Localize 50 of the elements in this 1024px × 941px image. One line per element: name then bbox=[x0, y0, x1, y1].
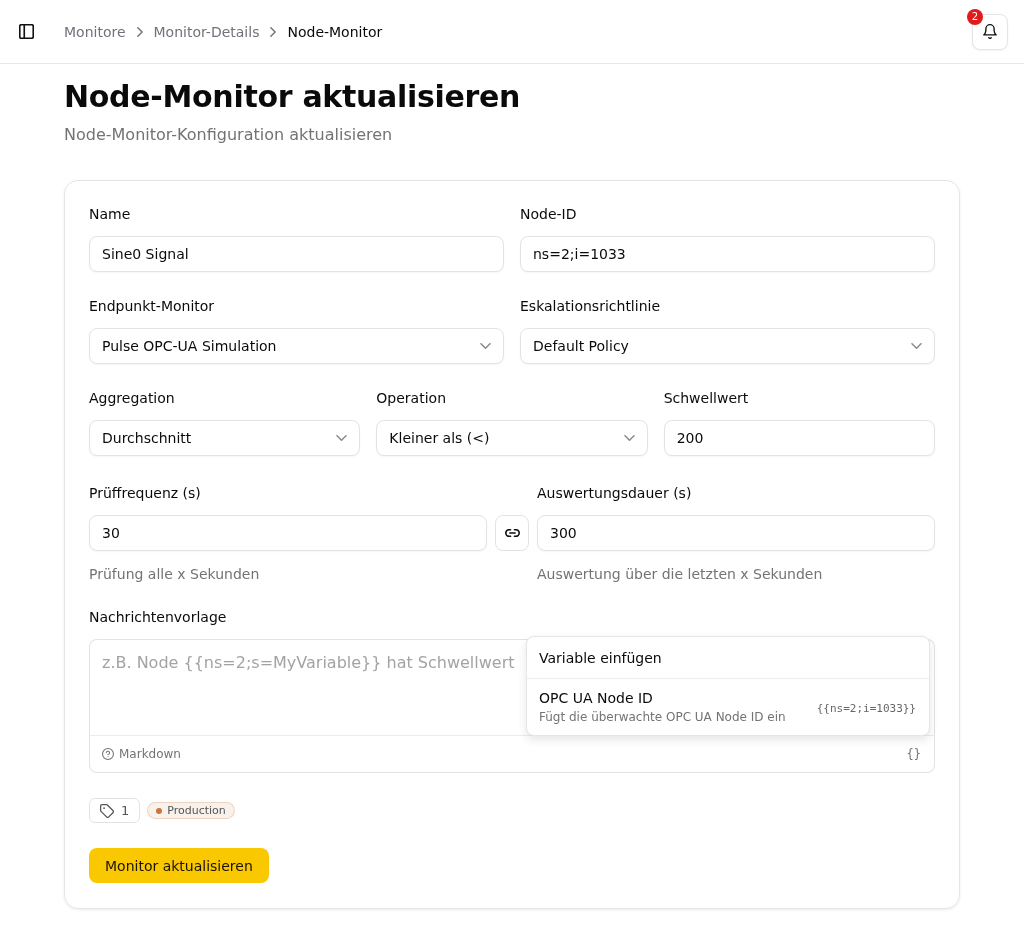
breadcrumb-link[interactable]: Monitor-Details bbox=[153, 23, 260, 40]
select-field[interactable]: Pulse OPC-UA Simulation bbox=[89, 328, 504, 364]
tag-label: Production bbox=[167, 804, 226, 817]
field-label: Eskalationsrichtlinie bbox=[520, 297, 662, 316]
field-label: Prüffrequenz (s) bbox=[89, 484, 202, 503]
field-label: Nachrichtenvorlage bbox=[89, 608, 228, 627]
popover-title: Variable einfügen bbox=[527, 637, 929, 679]
field-label: Name bbox=[89, 205, 132, 224]
number-field[interactable]: 300 bbox=[537, 515, 935, 551]
bell-icon bbox=[983, 24, 997, 39]
notification-count-badge: 2 bbox=[967, 8, 983, 25]
link-button[interactable] bbox=[495, 515, 529, 551]
sidebar-icon bbox=[19, 24, 34, 39]
notifications-button[interactable] bbox=[972, 13, 1008, 50]
help-icon bbox=[102, 748, 114, 760]
number-field[interactable]: 30 bbox=[89, 515, 487, 551]
link-icon bbox=[504, 529, 520, 537]
breadcrumb-link[interactable]: Monitore bbox=[64, 23, 126, 40]
field-label: Aggregation bbox=[89, 389, 176, 408]
chevron-right-icon bbox=[270, 26, 277, 37]
submit-button[interactable]: Monitor aktualisieren bbox=[89, 848, 269, 883]
chevron-down-icon bbox=[336, 435, 348, 441]
variable-token: {{ns=2;i=1033}} bbox=[816, 701, 916, 715]
field-label: Node-ID bbox=[520, 205, 578, 224]
tags-button[interactable]: 1 bbox=[89, 798, 141, 823]
select-field[interactable]: Kleiner als (<) bbox=[376, 420, 648, 456]
select-field[interactable]: Default Policy bbox=[520, 328, 935, 364]
page-subtitle: Node-Monitor-Konfiguration aktualisieren bbox=[64, 124, 394, 146]
field-label: Endpunkt-Monitor bbox=[89, 297, 216, 316]
breadcrumb-current[interactable]: Node-Monitor bbox=[287, 23, 383, 40]
sidebar-toggle-button[interactable] bbox=[19, 24, 34, 39]
field-label: Operation bbox=[376, 389, 447, 408]
chevron-down-icon bbox=[480, 343, 491, 349]
field-label: Auswertungsdauer (s) bbox=[537, 484, 693, 503]
insert-variable-button[interactable]: {} bbox=[906, 747, 921, 761]
tag-icon bbox=[100, 803, 114, 818]
variable-name[interactable]: OPC UA Node ID bbox=[539, 688, 786, 708]
text-field[interactable]: Sine0 Signal bbox=[89, 236, 504, 272]
select-field[interactable]: Durchschnitt bbox=[89, 420, 361, 456]
page-title: Node-Monitor aktualisieren bbox=[64, 79, 522, 115]
field-label: Schwellwert bbox=[663, 389, 750, 408]
text-field[interactable]: ns=2;i=1033 bbox=[520, 236, 935, 272]
markdown-hint: Markdown bbox=[119, 747, 181, 761]
chevron-down-icon bbox=[911, 343, 922, 349]
field-hint: Prüfung alle x Sekunden bbox=[89, 565, 261, 584]
chevron-down-icon bbox=[623, 435, 635, 441]
chevron-right-icon bbox=[136, 26, 143, 37]
variable-description: Fügt die überwachte OPC UA Node ID ein bbox=[539, 709, 786, 726]
text-field[interactable]: 200 bbox=[663, 420, 935, 456]
field-hint: Auswertung über die letzten x Sekunden bbox=[537, 565, 824, 584]
